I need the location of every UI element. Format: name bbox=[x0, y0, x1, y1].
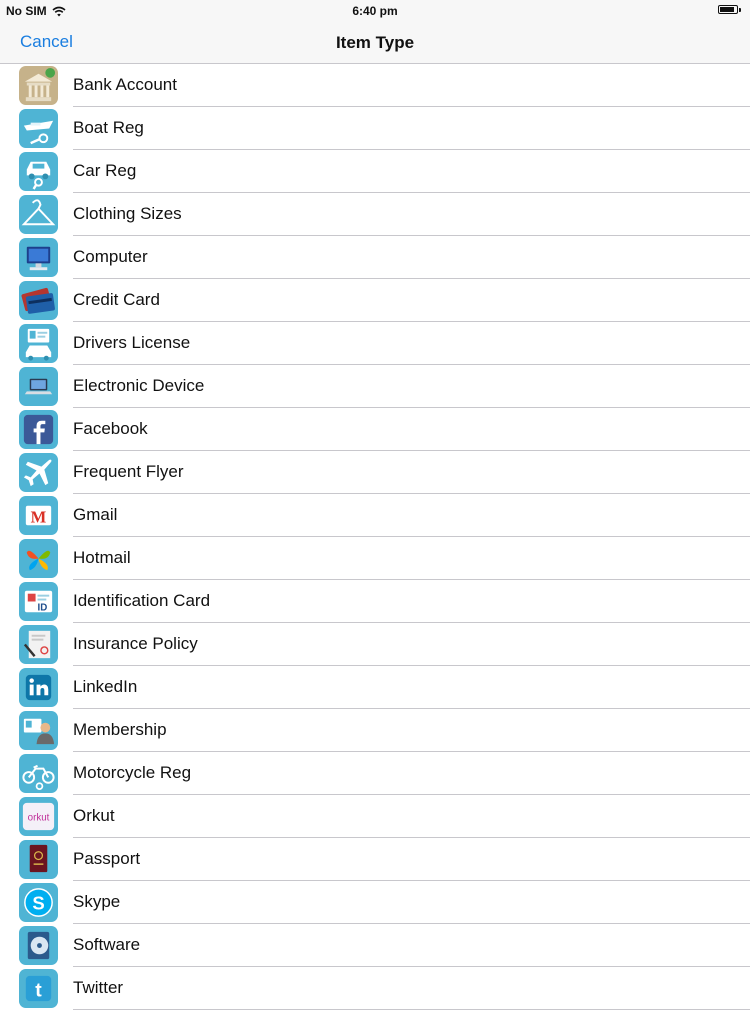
list-item-facebook[interactable]: Facebook bbox=[0, 408, 750, 451]
list-item-bank-account[interactable]: Bank Account bbox=[0, 64, 750, 107]
list-item-label: Twitter bbox=[73, 978, 124, 997]
list-item-label: Membership bbox=[73, 720, 167, 739]
list-item-boat-reg[interactable]: Boat Reg bbox=[0, 107, 750, 150]
list-item-computer[interactable]: Computer bbox=[0, 236, 750, 279]
linkedin-icon bbox=[19, 668, 58, 707]
bank-icon bbox=[19, 66, 58, 105]
list-item-label: Electronic Device bbox=[73, 376, 205, 395]
list-item-label: Insurance Policy bbox=[73, 634, 198, 653]
svg-text:S: S bbox=[32, 892, 44, 913]
list-item-label: Orkut bbox=[73, 806, 115, 825]
credit-card-icon bbox=[19, 281, 58, 320]
list-item-membership[interactable]: Membership bbox=[0, 709, 750, 752]
list-item-label: Boat Reg bbox=[73, 118, 144, 137]
passport-icon bbox=[19, 840, 58, 879]
list-item-label: Skype bbox=[73, 892, 121, 911]
list-item-orkut[interactable]: orkut Orkut bbox=[0, 795, 750, 838]
navigation-bar: Cancel Item Type bbox=[0, 22, 750, 64]
orkut-icon: orkut bbox=[19, 797, 58, 836]
skype-icon: S bbox=[19, 883, 58, 922]
twitter-icon: t bbox=[19, 969, 58, 1008]
page-title: Item Type bbox=[335, 33, 415, 52]
hotmail-icon bbox=[19, 539, 58, 578]
list-item-label: Facebook bbox=[73, 419, 148, 438]
list-item-label: Bank Account bbox=[73, 75, 177, 94]
list-item-label: Frequent Flyer bbox=[73, 462, 184, 481]
list-item-skype[interactable]: S Skype bbox=[0, 881, 750, 924]
list-item-credit-card[interactable]: Credit Card bbox=[0, 279, 750, 322]
list-item-label: Credit Card bbox=[73, 290, 160, 309]
list-item-identification-card[interactable]: ID Identification Card bbox=[0, 580, 750, 623]
car-icon bbox=[19, 152, 58, 191]
list-item-clothing-sizes[interactable]: Clothing Sizes bbox=[0, 193, 750, 236]
list-item-label: Hotmail bbox=[73, 548, 131, 567]
list-item-linkedin[interactable]: LinkedIn bbox=[0, 666, 750, 709]
status-time: 6:40 pm bbox=[352, 4, 398, 18]
list-item-car-reg[interactable]: Car Reg bbox=[0, 150, 750, 193]
gmail-icon: M bbox=[19, 496, 58, 535]
list-item-software[interactable]: Software bbox=[0, 924, 750, 967]
svg-text:orkut: orkut bbox=[28, 812, 50, 823]
insurance-policy-icon bbox=[19, 625, 58, 664]
list-item-insurance-policy[interactable]: Insurance Policy bbox=[0, 623, 750, 666]
battery-icon bbox=[718, 5, 741, 14]
list-item-label: Computer bbox=[73, 247, 148, 266]
list-item-gmail[interactable]: M Gmail bbox=[0, 494, 750, 537]
boat-icon bbox=[19, 109, 58, 148]
list-item-electronic-device[interactable]: Electronic Device bbox=[0, 365, 750, 408]
list-item-label: Software bbox=[73, 935, 141, 954]
list-item-label: Drivers License bbox=[73, 333, 191, 352]
list-item-label: Identification Card bbox=[73, 591, 211, 610]
list-item-passport[interactable]: Passport bbox=[0, 838, 750, 881]
svg-text:t: t bbox=[35, 979, 42, 1001]
status-bar: No SIM 6:40 pm bbox=[0, 0, 750, 22]
hanger-icon bbox=[19, 195, 58, 234]
list-item-label: Clothing Sizes bbox=[73, 204, 182, 223]
list-item-drivers-license[interactable]: Drivers License bbox=[0, 322, 750, 365]
motorcycle-icon bbox=[19, 754, 58, 793]
list-item-label: Car Reg bbox=[73, 161, 137, 180]
battery-fill bbox=[720, 7, 735, 12]
id-card-icon: ID bbox=[19, 582, 58, 621]
software-icon bbox=[19, 926, 58, 965]
membership-icon bbox=[19, 711, 58, 750]
list-item-twitter[interactable]: t Twitter bbox=[0, 967, 750, 1010]
svg-text:M: M bbox=[31, 507, 47, 526]
list-item-label: Gmail bbox=[73, 505, 118, 524]
list-item-label: Motorcycle Reg bbox=[73, 763, 192, 782]
list-item-label: Passport bbox=[73, 849, 141, 868]
laptop-icon bbox=[19, 367, 58, 406]
svg-text:ID: ID bbox=[38, 602, 48, 613]
computer-icon bbox=[19, 238, 58, 277]
list-item-label: LinkedIn bbox=[73, 677, 138, 696]
item-type-list: Bank Account Boat Reg Car Reg Clothing S… bbox=[0, 64, 750, 1010]
drivers-license-icon bbox=[19, 324, 58, 363]
facebook-icon bbox=[19, 410, 58, 449]
list-item-frequent-flyer[interactable]: Frequent Flyer bbox=[0, 451, 750, 494]
airplane-icon bbox=[19, 453, 58, 492]
list-item-motorcycle-reg[interactable]: Motorcycle Reg bbox=[0, 752, 750, 795]
list-item-hotmail[interactable]: Hotmail bbox=[0, 537, 750, 580]
